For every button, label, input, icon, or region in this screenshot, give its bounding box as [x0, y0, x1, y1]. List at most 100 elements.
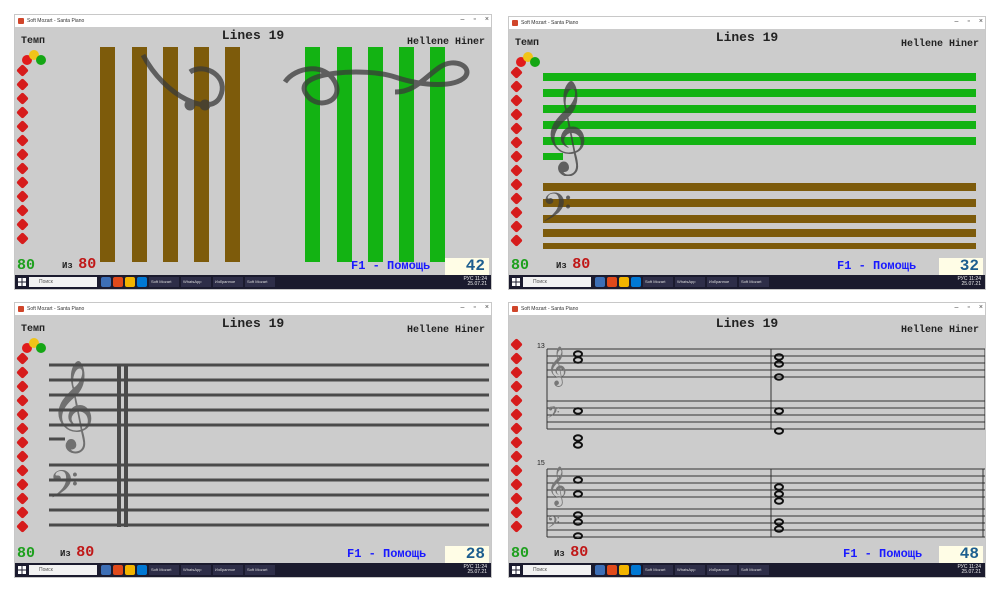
task-view-icon[interactable] — [101, 277, 111, 287]
taskbar-button[interactable]: Soft Mozart — [643, 277, 673, 287]
system-tray[interactable]: РУС 11:24 25.07.21 — [463, 565, 487, 575]
task-view-icon[interactable] — [595, 565, 605, 575]
flower-icon — [17, 191, 28, 202]
taskbar-button[interactable]: Soft Mozart — [245, 277, 275, 287]
flower-icon — [511, 493, 522, 504]
explorer-icon[interactable] — [619, 277, 629, 287]
taskbar-button[interactable]: Soft Mozart — [643, 565, 673, 575]
minimize-icon[interactable]: – — [955, 304, 959, 311]
chrome-icon[interactable] — [607, 277, 617, 287]
game-stage[interactable]: Lines 19 Hellene Hiner Темп 80 Из 80 F1 … — [15, 27, 491, 275]
taskbar-button[interactable]: WhatsApp — [675, 565, 705, 575]
tempo-gauge-icon[interactable] — [19, 47, 49, 65]
score-value: 80 — [511, 257, 530, 274]
flower-icon — [511, 381, 522, 392]
explorer-icon[interactable] — [619, 565, 629, 575]
taskbar-button[interactable]: Избранное — [707, 565, 737, 575]
taskbar-button[interactable]: Soft Mozart — [149, 565, 179, 575]
taskbar-search-input[interactable]: Поиск — [29, 277, 97, 287]
game-stage[interactable]: Lines 19 Hellene Hiner Темп 𝄞 𝄢 80 Из 80… — [15, 315, 491, 563]
windows-start-icon[interactable] — [18, 566, 26, 574]
window-title: Soft Mozart - Santa Piano — [27, 18, 85, 24]
maximize-icon[interactable]: ▫ — [473, 16, 475, 23]
taskbar: Поиск Soft Mozart WhatsApp Избранное Sof… — [15, 275, 491, 289]
taskbar-button[interactable]: Soft Mozart — [739, 565, 769, 575]
taskbar-search-input[interactable]: Поиск — [523, 277, 591, 287]
flower-icon — [511, 409, 522, 420]
minimize-icon[interactable]: – — [461, 304, 465, 311]
taskbar-button[interactable]: Избранное — [213, 565, 243, 575]
skype-icon[interactable] — [137, 565, 147, 575]
flower-icon — [17, 367, 28, 378]
skype-icon[interactable] — [137, 277, 147, 287]
taskbar-button[interactable]: Избранное — [707, 277, 737, 287]
taskbar-button[interactable]: Soft Mozart — [245, 565, 275, 575]
help-hint[interactable]: F1 - Помощь — [843, 547, 922, 561]
minimize-icon[interactable]: – — [955, 18, 959, 25]
flower-icon — [17, 451, 28, 462]
flower-icon — [17, 409, 28, 420]
player-name: Hellene Hiner — [406, 325, 485, 336]
taskbar-button[interactable]: Избранное — [213, 277, 243, 287]
chrome-icon[interactable] — [607, 565, 617, 575]
flower-icon — [511, 165, 522, 176]
system-tray[interactable]: РУС 11:24 25.07.21 — [957, 565, 981, 575]
chrome-icon[interactable] — [113, 277, 123, 287]
game-stage[interactable]: Lines 19 Hellene Hiner Темп 𝄞 𝄢 80 Из 80… — [509, 29, 985, 275]
close-icon[interactable]: × — [979, 304, 983, 311]
windows-start-icon[interactable] — [18, 278, 26, 286]
skype-icon[interactable] — [631, 565, 641, 575]
maximize-icon[interactable]: ▫ — [967, 304, 969, 311]
flower-icon — [17, 465, 28, 476]
chrome-icon[interactable] — [113, 565, 123, 575]
taskbar-button[interactable]: Soft Mozart — [739, 277, 769, 287]
close-icon[interactable]: × — [485, 16, 489, 23]
bass-clef-icon — [140, 53, 225, 111]
score-total: Из 80 — [62, 256, 97, 273]
help-hint[interactable]: F1 - Помощь — [351, 259, 430, 273]
explorer-icon[interactable] — [125, 565, 135, 575]
tempo-gauge-icon[interactable] — [513, 49, 543, 67]
flower-icon — [511, 193, 522, 204]
system-tray[interactable]: РУС 11:24 25.07.21 — [463, 277, 487, 287]
taskbar-search-input[interactable]: Поиск — [29, 565, 97, 575]
taskbar-button[interactable]: Soft Mozart — [149, 277, 179, 287]
close-icon[interactable]: × — [979, 18, 983, 25]
close-icon[interactable]: × — [485, 304, 489, 311]
player-name: Hellene Hiner — [900, 325, 979, 336]
help-hint[interactable]: F1 - Помощь — [837, 259, 916, 273]
system-tray[interactable]: РУС 11:24 25.07.21 — [957, 277, 981, 287]
windows-start-icon[interactable] — [512, 566, 520, 574]
task-view-icon[interactable] — [595, 277, 605, 287]
taskbar-button[interactable]: WhatsApp — [181, 565, 211, 575]
taskbar-button[interactable]: WhatsApp — [675, 277, 705, 287]
flower-icon — [511, 353, 522, 364]
taskbar-search-input[interactable]: Поиск — [523, 565, 591, 575]
tempo-label: Темп — [515, 38, 540, 49]
tempo-gauge-icon[interactable] — [19, 335, 49, 353]
measure-number: 13 — [537, 343, 545, 350]
notes-system-1 — [573, 350, 784, 449]
bar-line — [117, 365, 128, 527]
task-view-icon[interactable] — [101, 565, 111, 575]
vertical-staff-lines — [100, 47, 470, 262]
help-hint[interactable]: F1 - Помощь — [347, 547, 426, 561]
skype-icon[interactable] — [631, 277, 641, 287]
window-title: Soft Mozart - Santa Piano — [521, 306, 579, 312]
flower-icon — [17, 479, 28, 490]
flower-icon — [511, 151, 522, 162]
windows-start-icon[interactable] — [512, 278, 520, 286]
flower-icon — [17, 149, 28, 160]
game-stage[interactable]: Lines 19 Hellene Hiner 13 𝄞 𝄢 15 𝄞 𝄢 80 … — [509, 315, 985, 563]
flower-icon — [511, 395, 522, 406]
maximize-icon[interactable]: ▫ — [967, 18, 969, 25]
taskbar-button[interactable]: WhatsApp — [181, 277, 211, 287]
tempo-label: Темп — [21, 324, 46, 335]
treble-clef-icon: 𝄞 — [547, 346, 567, 387]
app-window-2: Soft Mozart - Santa Piano – ▫ × Lines 19 H… — [508, 16, 986, 290]
maximize-icon[interactable]: ▫ — [473, 304, 475, 311]
explorer-icon[interactable] — [125, 277, 135, 287]
flower-icon — [511, 521, 522, 532]
score-value: 80 — [511, 545, 530, 562]
minimize-icon[interactable]: – — [461, 16, 465, 23]
